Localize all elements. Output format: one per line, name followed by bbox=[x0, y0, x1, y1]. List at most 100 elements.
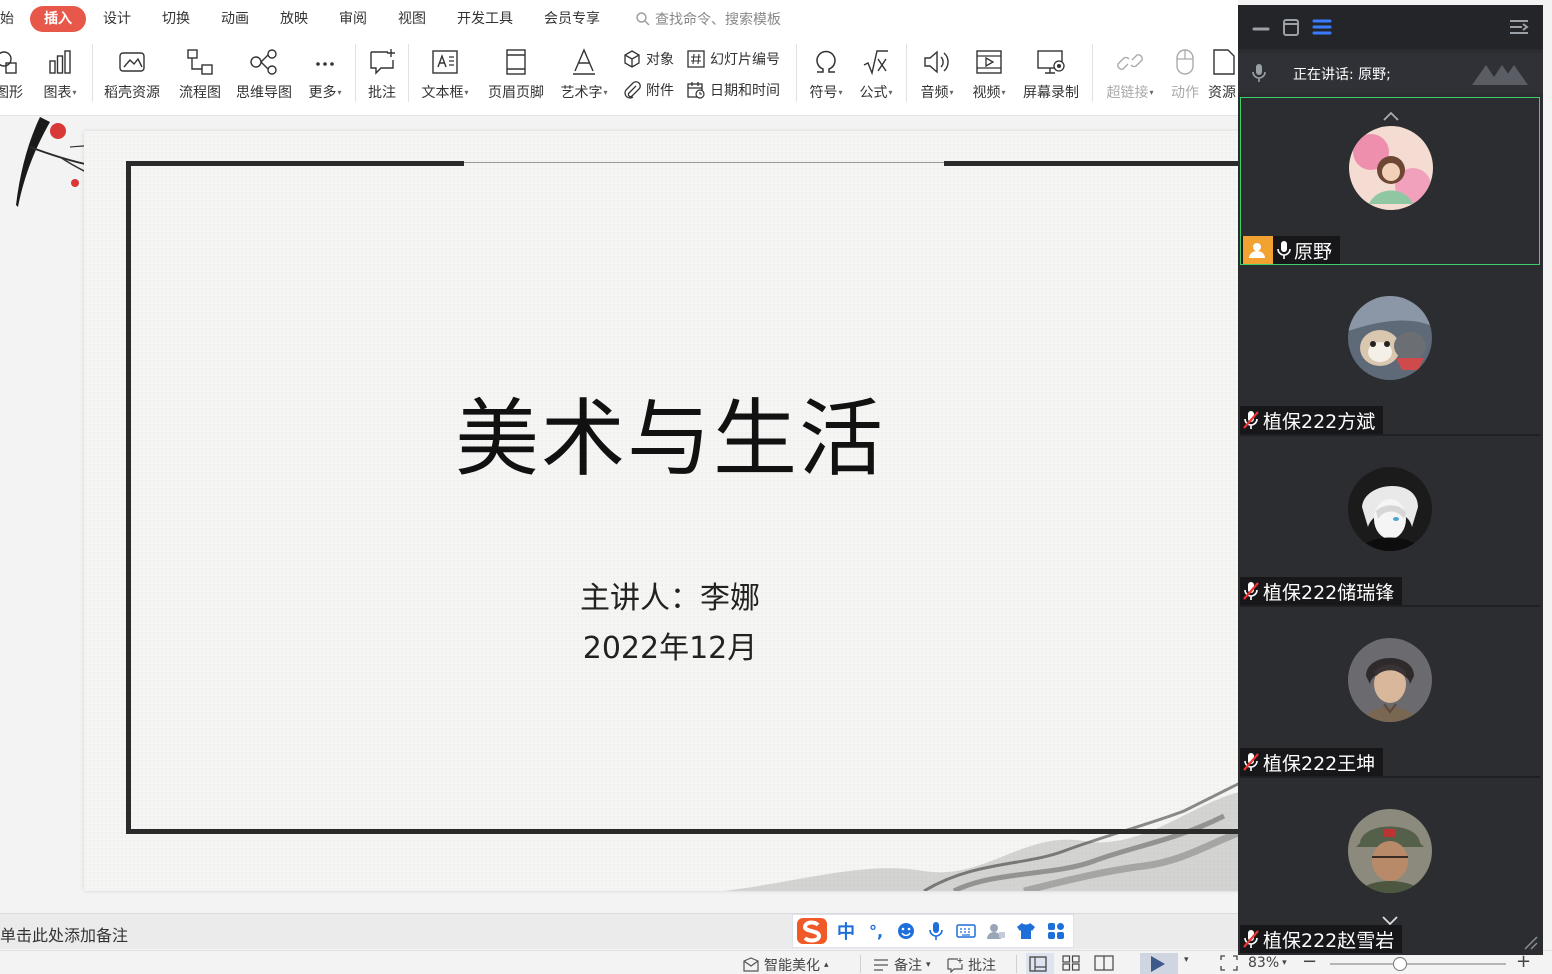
normal-view-button[interactable] bbox=[1026, 953, 1054, 974]
keyboard-icon[interactable] bbox=[951, 923, 981, 939]
participant-tile[interactable]: 原野 bbox=[1240, 97, 1540, 265]
ribbon-divider bbox=[355, 44, 356, 102]
resource-icon bbox=[1213, 49, 1235, 75]
chevron-up-icon: ▴ bbox=[824, 960, 829, 970]
action-button[interactable]: 动作 bbox=[1166, 44, 1204, 106]
microphone-muted-icon bbox=[1243, 753, 1259, 771]
speaker-icon bbox=[924, 50, 949, 74]
zoom-slider-thumb[interactable] bbox=[1393, 957, 1407, 971]
mindmap-button[interactable]: 思维导图 bbox=[232, 44, 296, 106]
flowchart-button[interactable]: 流程图 bbox=[174, 44, 226, 106]
notes-placeholder[interactable]: 单击此处添加备注 bbox=[0, 922, 128, 946]
tab-slideshow[interactable]: 放映 bbox=[266, 6, 322, 32]
participant-tile[interactable]: 植保222王坤 bbox=[1240, 610, 1540, 778]
object-label: 对象 bbox=[646, 52, 674, 68]
ime-chinese-mode[interactable]: 中 bbox=[831, 918, 861, 944]
resource-label: 资源 bbox=[1208, 85, 1236, 101]
voice-input-icon[interactable] bbox=[921, 921, 951, 941]
tab-transition[interactable]: 切换 bbox=[148, 6, 204, 32]
tab-developer[interactable]: 开发工具 bbox=[443, 6, 527, 32]
chevron-down-icon: ▾ bbox=[603, 88, 608, 97]
command-search[interactable]: 查找命令、搜索模板 bbox=[635, 9, 781, 29]
hyperlink-button[interactable]: 超链接▾ bbox=[1100, 44, 1160, 106]
chart-button[interactable]: 图表▾ bbox=[40, 44, 80, 106]
resource-button[interactable]: 资源 bbox=[1208, 44, 1238, 106]
skin-shirt-icon[interactable] bbox=[1011, 922, 1041, 940]
wordart-icon bbox=[573, 48, 595, 75]
smart-beautify-button[interactable]: 智能美化 ▴ bbox=[742, 955, 829, 974]
slideshow-play-button[interactable] bbox=[1140, 953, 1178, 974]
chevron-down-icon: ▾ bbox=[926, 960, 931, 970]
hash-icon bbox=[687, 50, 705, 68]
list-layout-icon[interactable] bbox=[1312, 17, 1332, 37]
comments-toggle-button[interactable]: 批注 bbox=[946, 955, 996, 974]
user-account-icon[interactable] bbox=[981, 922, 1011, 940]
comment-icon bbox=[370, 49, 395, 75]
notes-toggle-button[interactable]: 备注 ▾ bbox=[872, 955, 931, 974]
textbox-button[interactable]: 文本框▾ bbox=[416, 44, 474, 106]
slide-number-button[interactable]: 幻灯片编号 bbox=[686, 48, 780, 70]
comments-toggle-label: 批注 bbox=[968, 958, 996, 974]
notes-pane[interactable]: 单击此处添加备注 中 °, bbox=[0, 913, 1238, 949]
watermark-logo-icon bbox=[1472, 65, 1528, 85]
datetime-button[interactable]: 日期和时间 bbox=[686, 79, 780, 101]
toolbox-grid-icon[interactable] bbox=[1041, 922, 1071, 940]
tab-animation[interactable]: 动画 bbox=[207, 6, 263, 32]
slide-title[interactable]: 美术与生活 bbox=[0, 372, 1238, 493]
video-button[interactable]: 视频▾ bbox=[966, 44, 1012, 106]
tab-home[interactable]: 开始 bbox=[0, 6, 16, 32]
collapse-panel-icon[interactable] bbox=[1508, 17, 1530, 37]
notes-toggle-label: 备注 bbox=[894, 958, 922, 974]
header-footer-button[interactable]: 页眉页脚 bbox=[484, 44, 548, 106]
scroll-up-icon[interactable] bbox=[1381, 110, 1401, 122]
emoji-icon[interactable] bbox=[891, 922, 921, 940]
wordart-button[interactable]: 艺术字▾ bbox=[554, 44, 614, 106]
comment-button[interactable]: 批注 bbox=[362, 44, 402, 106]
participant-tile[interactable]: 植保222赵雪岩 bbox=[1240, 781, 1540, 955]
slide-sorter-button[interactable] bbox=[1062, 955, 1084, 971]
flowchart-icon bbox=[187, 49, 213, 75]
tab-review[interactable]: 审阅 bbox=[325, 6, 381, 32]
flowchart-label: 流程图 bbox=[179, 85, 221, 101]
tab-view[interactable]: 视图 bbox=[384, 6, 440, 32]
slideshow-options-dropdown[interactable]: ▾ bbox=[1184, 955, 1189, 965]
audio-button[interactable]: 音频▾ bbox=[914, 44, 960, 106]
screen-record-icon bbox=[1037, 50, 1065, 74]
symbol-button[interactable]: 符号▾ bbox=[804, 44, 848, 106]
participant-tile[interactable]: 植保222储瑞锋 bbox=[1240, 439, 1540, 607]
search-placeholder: 查找命令、搜索模板 bbox=[655, 12, 781, 28]
more-button[interactable]: 更多▾ bbox=[302, 44, 348, 106]
menu-bar: 开始 插入 设计 切换 动画 放映 审阅 视图 开发工具 会员专享 查找命令、搜… bbox=[0, 0, 1238, 38]
chevron-down-icon: ▾ bbox=[1149, 88, 1154, 97]
slide-editor[interactable]: 美术与生活 主讲人：李娜 2022年12月 bbox=[0, 117, 1238, 913]
microphone-muted-icon bbox=[1243, 582, 1259, 600]
cube-icon bbox=[624, 50, 640, 68]
ime-punctuation-mode[interactable]: °, bbox=[861, 922, 891, 941]
resize-grip-icon[interactable] bbox=[1521, 933, 1539, 951]
zoom-in-button[interactable]: + bbox=[1516, 953, 1531, 971]
sogou-logo-icon[interactable] bbox=[793, 914, 831, 948]
shape-button[interactable]: 图形 bbox=[0, 44, 32, 106]
window-mode-icon[interactable] bbox=[1282, 17, 1300, 37]
minimize-icon[interactable] bbox=[1252, 19, 1270, 35]
docer-resource-button[interactable]: 稻壳资源 bbox=[100, 44, 164, 106]
participant-tile[interactable]: 植保222方斌 bbox=[1240, 268, 1540, 436]
zoom-slider-track[interactable] bbox=[1330, 963, 1506, 965]
zoom-out-button[interactable]: − bbox=[1302, 953, 1317, 971]
tab-insert[interactable]: 插入 bbox=[30, 6, 86, 32]
screen-record-button[interactable]: 屏幕录制 bbox=[1018, 44, 1084, 106]
slide-date[interactable]: 2022年12月 bbox=[0, 623, 1238, 667]
reading-view-button[interactable] bbox=[1094, 955, 1118, 971]
tab-design[interactable]: 设计 bbox=[89, 6, 145, 32]
attachment-button[interactable]: 附件 bbox=[622, 79, 674, 101]
zoom-level[interactable]: 83% ▾ bbox=[1248, 955, 1287, 971]
formula-button[interactable]: 公式▾ bbox=[854, 44, 898, 106]
object-button[interactable]: 对象 bbox=[622, 48, 674, 70]
formula-icon bbox=[863, 50, 888, 76]
fit-window-button[interactable] bbox=[1220, 955, 1242, 971]
mindmap-label: 思维导图 bbox=[236, 85, 292, 101]
slide-presenter[interactable]: 主讲人：李娜 bbox=[0, 573, 1238, 617]
participant-name: 植保222储瑞锋 bbox=[1263, 581, 1395, 604]
tab-member[interactable]: 会员专享 bbox=[530, 6, 614, 32]
normal-view-icon bbox=[1029, 956, 1047, 972]
